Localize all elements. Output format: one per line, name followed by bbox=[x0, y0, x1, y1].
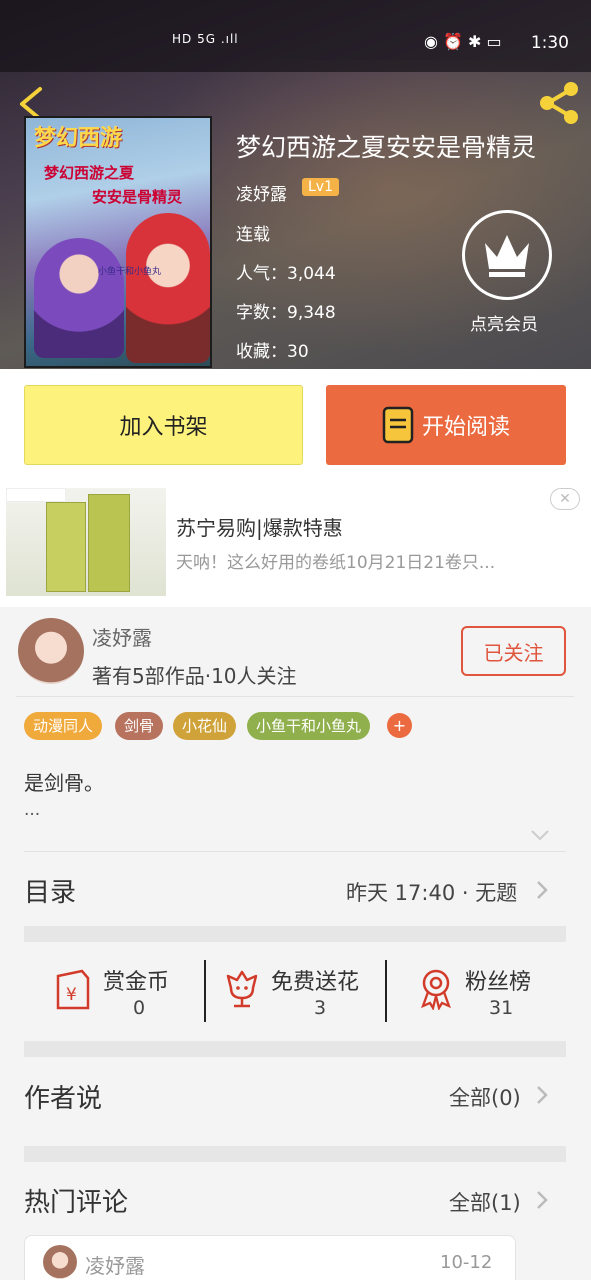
toc-latest-chapter[interactable]: 昨天 17:40 · 无题 bbox=[346, 877, 517, 907]
expand-chevron-icon[interactable] bbox=[530, 828, 550, 842]
red-envelope-icon: ¥ bbox=[56, 969, 90, 1010]
cover-title-line2: 安安是骨精灵 bbox=[92, 188, 183, 206]
clock: 1:30 bbox=[530, 33, 569, 53]
tag-item[interactable]: 小鱼干和小鱼丸 bbox=[247, 712, 371, 740]
book-author[interactable]: 凌妤露 bbox=[236, 180, 287, 205]
chevron-right-icon[interactable] bbox=[536, 1190, 548, 1210]
ad-close-icon[interactable]: ✕ bbox=[550, 488, 580, 510]
network-indicator: HD 5G .ıll bbox=[172, 32, 239, 46]
comment-date: 10-12 bbox=[440, 1252, 493, 1273]
section-separator bbox=[24, 1146, 566, 1162]
share-icon[interactable] bbox=[536, 80, 582, 126]
section-separator bbox=[24, 926, 566, 942]
author-meta: 著有5部作品·10人关注 bbox=[92, 664, 297, 688]
comment-avatar[interactable] bbox=[43, 1245, 77, 1279]
tag-item[interactable]: 动漫同人 bbox=[24, 712, 103, 740]
fan-rank-count: 31 bbox=[489, 997, 514, 1019]
cover-footer: 小鱼干和小鱼丸 bbox=[98, 267, 162, 277]
send-flower-count: 3 bbox=[314, 997, 327, 1019]
svg-text:¥: ¥ bbox=[66, 985, 77, 1005]
book-description: 是剑骨。 bbox=[24, 771, 104, 795]
stat-label: 字数： bbox=[236, 303, 287, 323]
cover-title-line1: 梦幻西游之夏 bbox=[44, 164, 135, 182]
stat-value: 30 bbox=[287, 342, 309, 362]
crown-icon bbox=[485, 235, 529, 277]
start-reading-label: 开始阅读 bbox=[421, 415, 510, 440]
author-level-badge: Lv1 bbox=[302, 178, 339, 196]
author-avatar[interactable] bbox=[18, 618, 84, 684]
toc-title[interactable]: 目录 bbox=[24, 872, 76, 909]
stat-favorites: 收藏：30 bbox=[236, 337, 309, 362]
stat-label: 人气： bbox=[236, 264, 287, 284]
start-reading-button[interactable]: 开始阅读 bbox=[326, 385, 566, 465]
author-says-all-link[interactable]: 全部(0) bbox=[449, 1082, 521, 1112]
description-ellipsis: ... bbox=[24, 800, 41, 820]
cover-character-right bbox=[126, 213, 210, 363]
author-name[interactable]: 凌妤露 bbox=[92, 622, 152, 651]
medal-icon bbox=[421, 969, 451, 1011]
comment-user[interactable]: 凌妤露 bbox=[85, 1250, 145, 1279]
divider bbox=[204, 960, 206, 1022]
book-icon bbox=[382, 406, 414, 444]
fan-rank-button[interactable] bbox=[414, 966, 458, 1014]
follow-button[interactable]: 已关注 bbox=[461, 626, 566, 676]
cover-character-left bbox=[34, 238, 124, 358]
cover-logo: 梦幻西游 bbox=[34, 126, 123, 151]
stat-value: 3,044 bbox=[287, 264, 336, 284]
vip-label[interactable]: 点亮会员 bbox=[470, 310, 538, 335]
chevron-right-icon[interactable] bbox=[536, 880, 548, 900]
status-bar: HD 5G .ıll ◉ ⏰ ✱ ▭ 1:30 bbox=[0, 0, 591, 72]
stat-label: 收藏： bbox=[236, 342, 287, 362]
flower-icon bbox=[226, 970, 258, 1008]
reward-coin-count: 0 bbox=[133, 997, 146, 1019]
vip-button[interactable] bbox=[462, 210, 552, 300]
ad-image bbox=[6, 488, 166, 596]
stat-word-count: 字数：9,348 bbox=[236, 298, 336, 323]
add-to-shelf-label: 加入书架 bbox=[119, 415, 208, 440]
status-icons: ◉ ⏰ ✱ ▭ bbox=[424, 32, 502, 51]
ad-banner[interactable]: 苏宁易购|爆款特惠 天呐！这么好用的卷纸10月21日21卷只... ✕ bbox=[0, 480, 591, 607]
book-cover: 梦幻西游 梦幻西游之夏 安安是骨精灵 小鱼干和小鱼丸 bbox=[24, 116, 212, 368]
hot-comments-title: 热门评论 bbox=[24, 1188, 129, 1218]
add-tag-button[interactable]: + bbox=[387, 713, 412, 738]
send-flower-button[interactable] bbox=[220, 966, 264, 1014]
reward-coin-button[interactable]: ¥ bbox=[52, 968, 96, 1016]
tag-item[interactable]: 剑骨 bbox=[115, 712, 164, 740]
send-flower-label[interactable]: 免费送花 bbox=[271, 964, 359, 996]
reward-coin-label[interactable]: 赏金币 bbox=[103, 964, 169, 996]
author-says-title: 作者说 bbox=[24, 1084, 103, 1114]
tag-item[interactable]: 小花仙 bbox=[173, 712, 237, 740]
fan-rank-label[interactable]: 粉丝榜 bbox=[465, 964, 531, 996]
stat-value: 9,348 bbox=[287, 303, 336, 323]
section-separator bbox=[24, 1041, 566, 1057]
comment-card[interactable]: 凌妤露 10-12 bbox=[24, 1235, 516, 1280]
ad-title: 苏宁易购|爆款特惠 bbox=[176, 516, 343, 540]
stat-popularity: 人气：3,044 bbox=[236, 259, 336, 284]
book-title: 梦幻西游之夏安安是骨精灵 bbox=[236, 133, 537, 162]
chevron-right-icon[interactable] bbox=[536, 1085, 548, 1105]
serial-status: 连载 bbox=[236, 225, 270, 245]
divider bbox=[385, 960, 387, 1022]
hot-comments-all-link[interactable]: 全部(1) bbox=[449, 1187, 521, 1217]
ad-subtitle: 天呐！这么好用的卷纸10月21日21卷只... bbox=[176, 553, 496, 573]
divider bbox=[16, 696, 574, 697]
divider bbox=[24, 851, 566, 852]
add-to-shelf-button[interactable]: 加入书架 bbox=[24, 385, 303, 465]
follow-label: 已关注 bbox=[483, 640, 544, 665]
